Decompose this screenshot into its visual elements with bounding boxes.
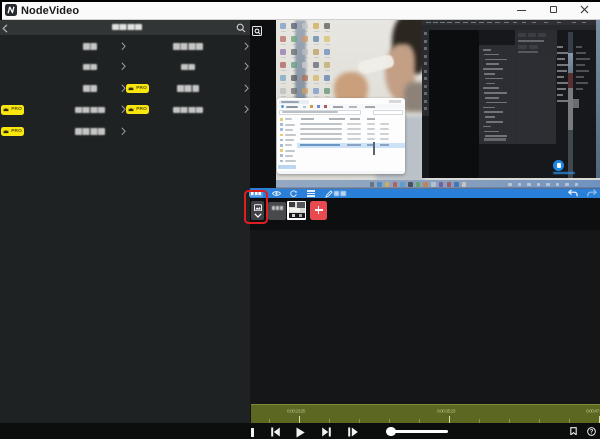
svg-text:?: ? [590, 428, 594, 435]
